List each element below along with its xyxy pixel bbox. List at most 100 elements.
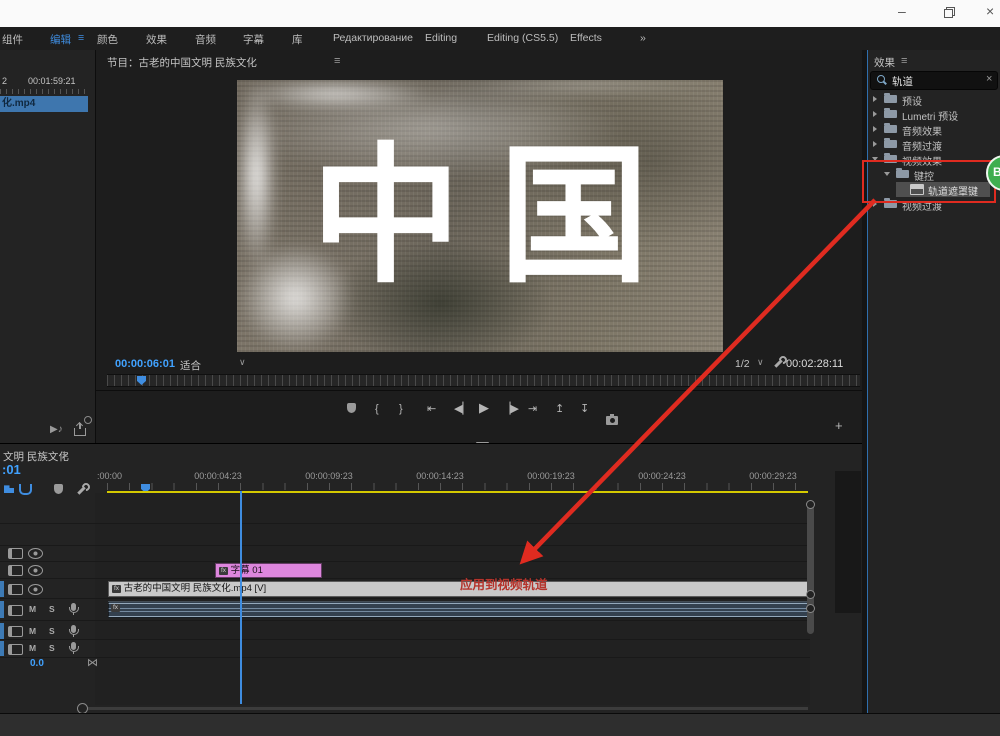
scrollbar-handle-mid[interactable] <box>806 590 815 599</box>
track-header-a2[interactable]: M S <box>0 623 95 639</box>
goto-in-icon[interactable]: ⇤ <box>427 402 436 416</box>
effects-tree-row-presets[interactable]: 预设 <box>868 92 1000 107</box>
search-input-value[interactable]: 轨道 <box>892 74 913 89</box>
playhead-line[interactable] <box>240 491 242 704</box>
current-timecode[interactable]: 00:00:06:01 <box>115 358 175 370</box>
workspace-item-effects-en[interactable]: Effects <box>570 32 602 44</box>
scroll-dot[interactable] <box>84 416 92 424</box>
timeline-settings-wrench-icon[interactable] <box>75 483 87 495</box>
track-header-v2[interactable] <box>0 563 95 578</box>
mute-button[interactable]: M <box>29 626 36 636</box>
workspace-menu-icon[interactable]: ≡ <box>78 32 84 44</box>
fit-sequence-icon[interactable]: ⋈ <box>87 656 98 669</box>
mute-button[interactable]: M <box>29 604 36 614</box>
timeline-right-scroll-track[interactable] <box>835 471 861 613</box>
resolution-dropdown-value[interactable]: 1/2 <box>735 358 750 370</box>
program-monitor-tab[interactable]: 节目：古老的中国文明 民族文化 <box>107 55 257 70</box>
timeline-timecode-clipped[interactable]: :01 <box>2 462 21 477</box>
effects-tree-row-audio-effects[interactable]: 音频效果 <box>868 122 1000 137</box>
workspace-item-audio[interactable]: 音频 <box>195 32 216 47</box>
export-icon[interactable] <box>74 428 86 436</box>
program-monitor-menu-icon[interactable]: ≡ <box>334 55 340 67</box>
source-patch-indicator[interactable] <box>0 581 4 597</box>
track-visibility-eye-icon[interactable] <box>28 565 43 576</box>
track-type-icon <box>8 584 23 595</box>
step-forward-icon[interactable]: ▕▶ <box>502 402 519 416</box>
workspace-item-components[interactable]: 组件 <box>2 32 23 47</box>
solo-button[interactable]: S <box>49 604 55 614</box>
monitor-playhead-marker[interactable] <box>137 376 146 385</box>
button-editor-plus-icon[interactable]: + <box>835 419 843 433</box>
lane-separator <box>0 523 810 524</box>
source-patch-indicator[interactable] <box>0 641 4 656</box>
chevron-right-icon[interactable] <box>873 96 877 102</box>
close-button-icon[interactable]: × <box>986 4 994 18</box>
workspace-item-editing-en[interactable]: Editing <box>425 32 457 44</box>
effects-panel-menu-icon[interactable]: ≡ <box>901 55 907 67</box>
effects-panel-title[interactable]: 效果 <box>874 55 895 70</box>
lift-icon[interactable]: ↥ <box>555 402 564 416</box>
track-header-a3[interactable]: M S <box>0 641 95 656</box>
track-visibility-eye-icon[interactable] <box>28 548 43 559</box>
nest-toggle-icon[interactable] <box>4 484 14 493</box>
workspace-item-editing-active[interactable]: 编辑 <box>50 32 71 47</box>
timeline-tab-menu-icon[interactable]: ≡ <box>62 449 68 461</box>
workspace-item-redaktirovanie[interactable]: Редактирование <box>333 32 413 44</box>
solo-button[interactable]: S <box>49 643 55 653</box>
scrollbar-handle-bottom[interactable] <box>806 604 815 613</box>
workspace-overflow-icon[interactable]: » <box>640 32 646 44</box>
extract-icon[interactable]: ↧ <box>580 402 589 416</box>
workspace-item-library[interactable]: 库 <box>292 32 303 47</box>
monitor-settings-wrench-icon[interactable] <box>772 356 784 368</box>
search-clear-icon[interactable]: × <box>986 73 992 85</box>
chevron-right-icon[interactable] <box>873 111 877 117</box>
track-visibility-eye-icon[interactable] <box>28 584 43 595</box>
snap-icon[interactable] <box>19 484 32 495</box>
goto-out-icon[interactable]: ⇥ <box>528 402 537 416</box>
workspace-item-color[interactable]: 颜色 <box>97 32 118 47</box>
track-type-icon <box>8 605 23 616</box>
scrollbar-handle-top[interactable] <box>806 500 815 509</box>
minimize-button-icon[interactable]: – <box>898 4 906 18</box>
effects-tree-row-lumetri-presets[interactable]: Lumetri 预设 <box>868 107 1000 122</box>
workspace-item-effects[interactable]: 效果 <box>146 32 167 47</box>
resolution-dropdown-chevron-icon[interactable]: ∨ <box>757 357 764 368</box>
source-patch-indicator[interactable] <box>0 623 4 639</box>
workspace-item-editing-cs55[interactable]: Editing (CS5.5) <box>487 32 558 44</box>
voiceover-mic-icon[interactable] <box>71 642 76 650</box>
folder-icon <box>884 110 897 118</box>
voiceover-mic-icon[interactable] <box>71 603 76 611</box>
track-header-v3[interactable] <box>0 546 95 561</box>
ruler-tick-label: 00:00:09:23 <box>289 471 369 481</box>
workspace-item-captions[interactable]: 字幕 <box>243 32 264 47</box>
audio-preview-icon[interactable]: ▶♪ <box>50 424 63 435</box>
chevron-right-icon[interactable] <box>873 141 877 147</box>
effects-tree-row-audio-transitions[interactable]: 音频过渡 <box>868 137 1000 152</box>
mark-out-icon[interactable]: } <box>399 402 403 416</box>
video-clip[interactable]: fx 古老的中国文明 民族文化.mp4 [V] <box>108 581 808 597</box>
restore-button-icon[interactable] <box>944 9 953 18</box>
track-header-v1[interactable] <box>0 581 95 597</box>
solo-button[interactable]: S <box>49 626 55 636</box>
voiceover-mic-icon[interactable] <box>71 625 76 633</box>
project-item-selected[interactable]: 化.mp4 <box>0 96 88 112</box>
add-marker-icon[interactable] <box>347 403 356 413</box>
monitor-scrub-bar[interactable] <box>107 374 860 387</box>
fit-dropdown-value[interactable]: 适合 <box>180 358 201 373</box>
fit-dropdown-chevron-icon[interactable]: ∨ <box>239 357 246 368</box>
timeline-ruler[interactable]: :00:00 00:00:04:23 00:00:09:23 00:00:14:… <box>95 469 810 491</box>
source-patch-indicator[interactable] <box>0 601 4 618</box>
timeline-add-marker-icon[interactable] <box>54 484 63 494</box>
audio-clip[interactable]: fx <box>108 601 808 618</box>
mute-button[interactable]: M <box>29 643 36 653</box>
play-button-icon[interactable]: ▶ <box>479 401 489 415</box>
horizontal-scrollbar[interactable] <box>88 707 808 710</box>
subtitle-clip[interactable]: fx 字幕 01 <box>215 563 322 578</box>
mark-in-icon[interactable]: { <box>375 402 379 416</box>
step-back-icon[interactable]: ◀▏ <box>454 402 471 416</box>
vertical-zoom-scrollbar[interactable] <box>807 504 814 634</box>
effects-search-box[interactable]: 轨道 × <box>870 71 998 90</box>
chevron-right-icon[interactable] <box>873 126 877 132</box>
export-frame-camera-icon[interactable] <box>606 416 618 425</box>
track-header-a1[interactable]: M S <box>0 601 95 618</box>
